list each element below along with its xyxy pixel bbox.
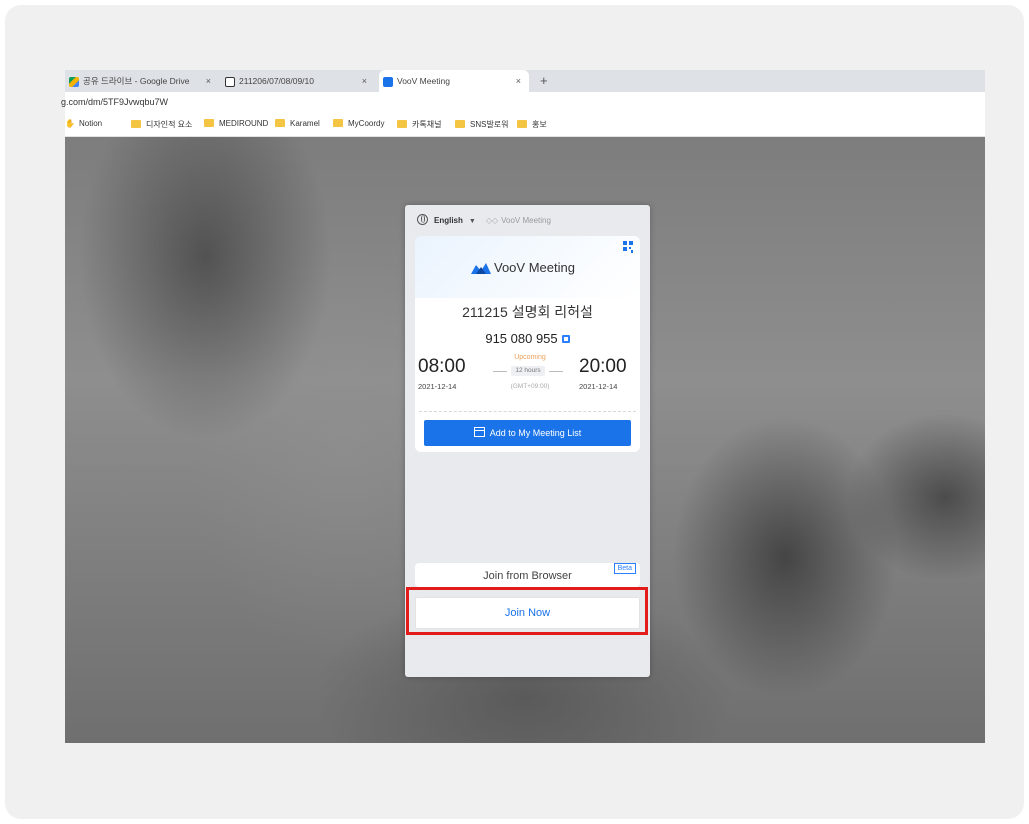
voov-logo: VooV Meeting: [471, 260, 575, 275]
header-brand: VooV Meeting: [501, 216, 551, 225]
end-time: 20:00: [579, 356, 627, 377]
tab-close-icon[interactable]: ×: [362, 70, 367, 92]
caret-down-icon[interactable]: ▼: [469, 218, 476, 225]
bookmark-folder[interactable]: 카톡채널: [397, 119, 441, 130]
bookmark-label: MyCoordy: [348, 119, 385, 128]
tab-notion[interactable]: 211206/07/08/09/10 ×: [225, 70, 375, 92]
google-drive-icon: [69, 76, 79, 87]
timezone-label: (GMT+09:00): [510, 383, 550, 390]
bookmark-label: MEDIROUND: [219, 119, 269, 128]
tab-google-drive[interactable]: 공유 드라이브 - Google Drive ×: [69, 70, 219, 92]
folder-icon: [131, 120, 141, 128]
tab-label: 공유 드라이브 - Google Drive: [83, 76, 190, 86]
start-date: 2021-12-14: [418, 382, 457, 391]
status-label: Upcoming: [514, 354, 546, 361]
tab-close-icon[interactable]: ×: [516, 70, 521, 92]
voov-logo-icon: [471, 263, 491, 274]
beta-badge: Beta: [613, 563, 636, 574]
end-date: 2021-12-14: [579, 382, 618, 391]
bookmark-notion[interactable]: ✋ Notion: [65, 119, 102, 128]
bookmark-folder[interactable]: MyCoordy: [333, 119, 384, 128]
folder-icon: [275, 119, 285, 127]
meeting-id-row: 915 080 955: [415, 331, 640, 346]
folder-icon: [397, 120, 407, 128]
add-to-meeting-list-button[interactable]: Add to My Meeting List: [424, 420, 631, 446]
join-from-browser-button[interactable]: Join from Browser Beta: [415, 563, 640, 587]
bookmark-folder[interactable]: MEDIROUND: [204, 119, 268, 128]
bookmark-label: 카톡채널: [412, 120, 442, 129]
tab-close-icon[interactable]: ×: [206, 70, 211, 92]
url-text[interactable]: g.com/dm/5TF9Jvwqbu7W: [61, 97, 168, 107]
browser-tab-bar: 공유 드라이브 - Google Drive × 211206/07/08/09/…: [65, 70, 985, 92]
meeting-title: 211215 설명회 리허설: [462, 304, 593, 320]
folder-icon: [455, 120, 465, 128]
bookmark-label: Karamel: [290, 119, 320, 128]
voov-icon: [383, 76, 393, 87]
bookmark-label: SNS발로워: [470, 120, 509, 129]
add-button-label: Add to My Meeting List: [489, 428, 582, 438]
bookmark-folder[interactable]: 디자인적 요소: [131, 119, 192, 130]
join-browser-label: Join from Browser: [483, 570, 572, 582]
globe-icon: [417, 214, 428, 225]
copy-icon[interactable]: [561, 335, 570, 343]
voov-logo-outline-icon: ◇◇: [485, 216, 499, 225]
dashed-divider: [419, 411, 636, 412]
tab-label: VooV Meeting: [397, 76, 450, 86]
start-time: 08:00: [418, 356, 466, 377]
bookmark-label: 홍보: [532, 120, 547, 129]
meeting-card: VooV Meeting 211215 설명회 리허설 915 080 955 …: [415, 236, 640, 452]
logo-text: VooV Meeting: [494, 260, 575, 275]
tab-label: 211206/07/08/09/10: [239, 76, 314, 86]
bookmark-folder[interactable]: Karamel: [275, 119, 320, 128]
new-tab-button[interactable]: +: [540, 70, 548, 92]
annotation-highlight-box: [406, 587, 648, 635]
bookmark-folder[interactable]: 홍보: [517, 119, 547, 130]
bookmarks-bar: ✋ Notion 디자인적 요소 MEDIROUND Karamel MyCoor…: [65, 114, 985, 137]
notion-hand-icon: ✋: [65, 119, 75, 128]
meeting-id: 915 080 955: [485, 331, 558, 346]
notion-icon: [225, 76, 235, 87]
folder-icon: [333, 119, 343, 127]
address-bar[interactable]: g.com/dm/5TF9Jvwqbu7W: [61, 92, 985, 114]
calendar-icon: [473, 427, 485, 437]
folder-icon: [517, 120, 527, 128]
divider-line: [493, 371, 507, 372]
divider-line: [549, 371, 563, 372]
bookmark-folder[interactable]: SNS발로워: [455, 119, 509, 130]
language-selector[interactable]: English: [434, 216, 463, 225]
bookmark-label: 디자인적 요소: [146, 120, 193, 129]
duration-badge: 12 hours: [511, 366, 545, 376]
tab-voov-meeting[interactable]: VooV Meeting ×: [379, 70, 529, 92]
folder-icon: [204, 119, 214, 127]
language-row: English ▼ ◇◇ VooV Meeting: [417, 214, 551, 225]
qr-code-icon[interactable]: [623, 241, 633, 253]
bookmark-label: Notion: [78, 119, 103, 128]
